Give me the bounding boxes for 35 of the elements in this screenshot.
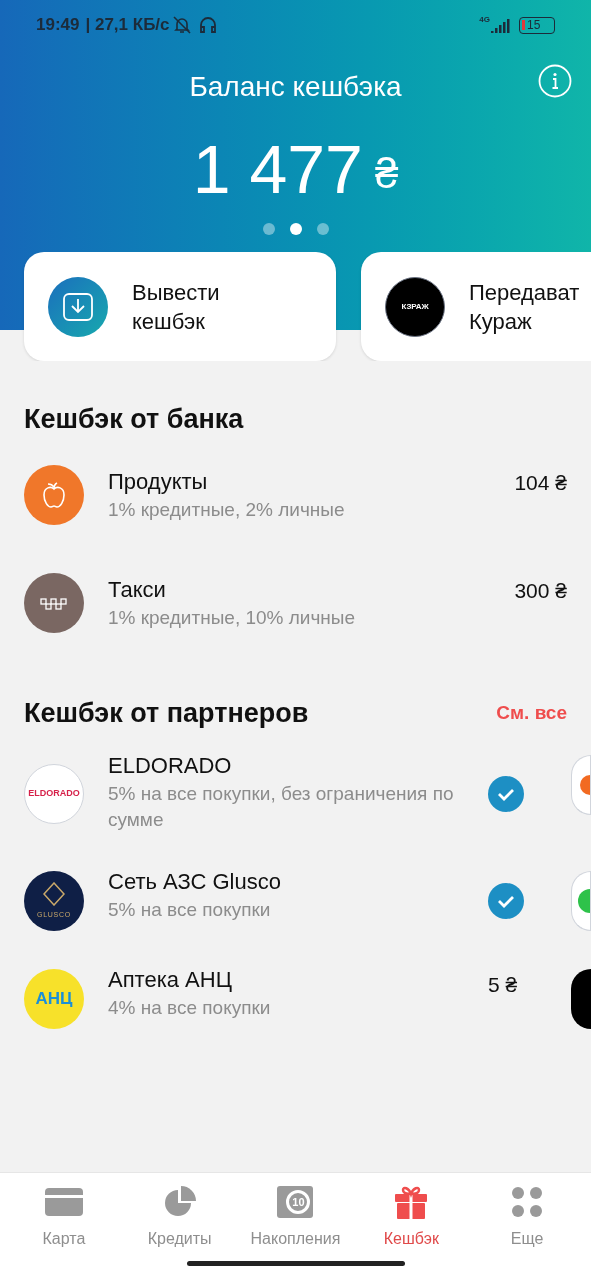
network-type: 4G [479,14,490,26]
partner-description: 4% на все покупки [108,996,272,1020]
category-description: 1% кредитные, 2% личные [108,497,346,522]
section-title: Кешбэк от банка [23,403,245,436]
category-description: 1% кредитные, 10% личные [108,605,357,630]
nav-tab[interactable]: Кешбэк [356,1185,467,1251]
cashback-category-row[interactable]: Продукты 1% кредитные, 2% личные 104 ₴ [0,464,591,525]
status-time: 19:49 [36,14,80,37]
currency-sign: ₴ [374,153,399,195]
action-label: Вывести кешбэк [132,278,220,336]
balance-amount: 1 477 [192,135,363,203]
action-card[interactable]: Вывести кешбэк [24,252,336,361]
brand-logo: ELDORADO [24,764,84,824]
partner-row[interactable]: АНЦ Аптека АНЦ 4% на все покупки 5 ₴ [0,969,591,1029]
battery-indicator: 15 [519,16,555,34]
partner-name: Аптека АНЦ [108,966,233,994]
category-name: Продукты [108,467,209,496]
cashback-amount: 104 ₴ [514,469,567,496]
action-card[interactable]: КЗРАЖ Передават Кураж [361,252,591,361]
partner-name: Сеть АЗС Glusco [108,868,282,896]
category-name: Такси [108,575,167,604]
action-label: Передават Кураж [469,278,580,336]
savings-icon: 10 [277,1186,314,1218]
brand-logo: АНЦ [24,969,84,1029]
partner-description: 5% на все покупки, без ограничения по сумме [108,782,455,832]
section-title: Кешбэк от партнеров [24,696,310,730]
cashback-amount: 5 ₴ [488,972,518,998]
cashback-amount: 300 ₴ [514,577,567,604]
network-speed: | 27,1 КБ/с [85,14,170,37]
brand-logo: КЗРАЖ [385,276,445,337]
cashback-category-row[interactable]: Такси 1% кредитные, 10% личные 300 ₴ [0,572,591,633]
partner-description: 5% на все покупки [108,898,272,922]
balance-title: Баланс кешбэка [189,70,402,104]
partner-name: ELDORADO [108,752,233,780]
partner-row[interactable]: ELDORADO ELDORADO 5% на все покупки, без ограничения по сумме [0,755,591,833]
